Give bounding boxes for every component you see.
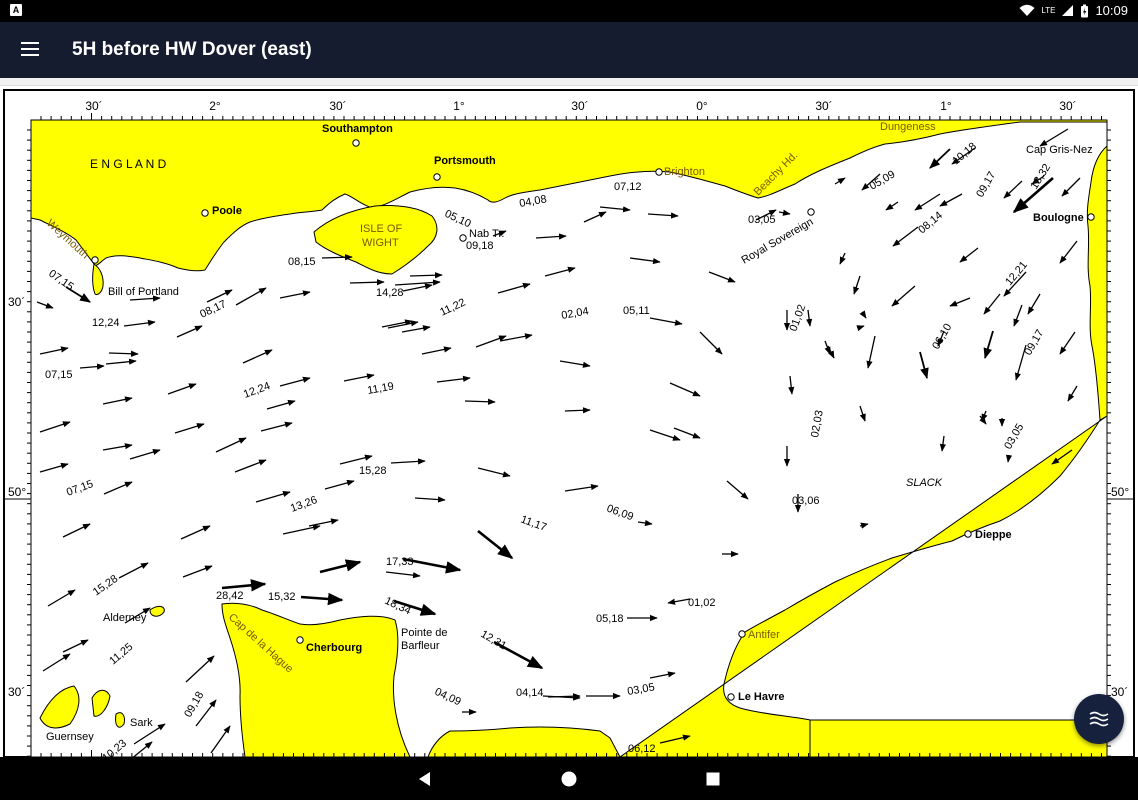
appbar-divider <box>0 78 1138 86</box>
stream-rate-label: 28,42 <box>216 590 244 602</box>
longitude-label: 1° <box>940 99 952 113</box>
place-label-guernsey: Guernsey <box>46 731 94 743</box>
place-label-nab-tr: Nab Tr. <box>469 228 504 240</box>
latitude-label: 30´ <box>1111 685 1128 699</box>
town-marker <box>201 209 209 217</box>
stream-rate-label: 07,15 <box>45 369 73 381</box>
place-label-pointe-de-barfleur-1: Pointe de <box>401 627 447 639</box>
longitude-label: 0° <box>696 99 708 113</box>
stream-rate-label: 14,28 <box>376 287 404 299</box>
waves-icon <box>1089 711 1109 727</box>
latitude-label: 50° <box>1111 485 1129 499</box>
town-marker <box>433 173 441 181</box>
place-label-slack: SLACK <box>906 477 943 489</box>
stream-rate-label: 07,12 <box>614 181 642 193</box>
longitude-label: 1° <box>453 99 465 113</box>
network-type: LTE <box>1041 6 1056 15</box>
town-marker <box>91 256 99 264</box>
place-label-southampton: Southampton <box>322 123 393 135</box>
tide-waves-button[interactable] <box>1074 694 1124 744</box>
place-label-poole: Poole <box>212 205 242 217</box>
place-label-alderney: Alderney <box>103 612 147 624</box>
signal-icon <box>1062 5 1074 16</box>
town-marker <box>655 168 663 176</box>
town-marker <box>1087 213 1095 221</box>
latitude-label: 30´ <box>8 685 25 699</box>
page-title: 5H before HW Dover (east) <box>72 39 312 60</box>
latitude-label: 30´ <box>8 295 25 309</box>
town-marker <box>459 234 467 242</box>
stream-rate-label: 09,18 <box>466 240 494 252</box>
stream-rate-label: 04,14 <box>516 687 544 699</box>
menu-icon[interactable] <box>18 38 42 62</box>
longitude-label: 2° <box>209 99 221 113</box>
clock: 10:09 <box>1095 3 1128 18</box>
place-label-boulogne: Boulogne <box>1033 212 1084 224</box>
stream-rate-label: 05,11 <box>623 305 650 317</box>
recents-icon[interactable] <box>702 768 724 790</box>
place-label-cherbourg: Cherbourg <box>306 642 362 654</box>
place-label-dungeness: Dungeness <box>880 121 936 133</box>
place-label-isle-of-wight-2: WIGHT <box>362 237 399 249</box>
status-bar: A LTE 10:09 <box>0 0 1138 22</box>
stream-rate-label: 15,28 <box>359 465 387 477</box>
longitude-label: 30´ <box>85 99 102 113</box>
place-label-isle-of-wight-1: ISLE OF <box>360 223 402 235</box>
back-icon[interactable] <box>414 768 436 790</box>
place-label-cap-gris-nez: Cap Gris-Nez <box>1026 144 1093 156</box>
place-label-england: E N G L A N D <box>90 157 167 171</box>
place-label-pointe-de-barfleur-2: Barfleur <box>401 640 440 652</box>
app-bar: 5H before HW Dover (east) <box>0 22 1138 78</box>
stream-rate-label: 03,05 <box>748 214 776 226</box>
latitude-label: 50° <box>8 485 26 499</box>
stream-rate-label: 05,18 <box>596 613 624 625</box>
tidal-stream-map[interactable]: 30´ 2° 30´ 1° 30´ 0° 30´ 1° 30´ 30´ 50° 50° 30´ 30´ 05… <box>0 86 1138 757</box>
place-label-antifer: Antifer <box>748 629 780 641</box>
place-label-bill-of-portland: Bill of Portland <box>108 286 179 298</box>
system-nav-bar <box>0 757 1138 800</box>
stream-rate-label: 08,15 <box>288 256 316 268</box>
land-sark <box>115 712 125 728</box>
stream-rate-label: 17,33 <box>386 556 414 568</box>
place-label-portsmouth: Portsmouth <box>434 155 496 167</box>
wifi-icon <box>1019 4 1035 16</box>
longitude-label: 30´ <box>571 99 588 113</box>
app-notification-icon: A <box>10 4 22 16</box>
town-marker <box>738 630 746 638</box>
stream-rate-label: 15,32 <box>268 591 296 603</box>
status-icons: LTE 10:09 <box>1019 3 1128 18</box>
town-marker <box>807 208 815 216</box>
stream-rate-label: 12,24 <box>92 317 120 329</box>
town-marker <box>296 636 304 644</box>
town-marker <box>727 693 735 701</box>
town-marker <box>964 530 972 538</box>
place-label-dieppe: Dieppe <box>975 529 1012 541</box>
longitude-label: 30´ <box>329 99 346 113</box>
stream-rate-label: 06,12 <box>628 743 656 755</box>
longitude-label: 30´ <box>815 99 832 113</box>
town-marker <box>352 139 360 147</box>
longitude-label: 30´ <box>1059 99 1076 113</box>
place-label-brighton: Brighton <box>664 166 705 178</box>
stream-rate-label: 03,06 <box>792 495 820 507</box>
place-label-le-havre: Le Havre <box>738 691 784 703</box>
place-label-sark: Sark <box>130 717 153 729</box>
battery-icon <box>1081 4 1089 17</box>
stream-rate-label: 01,02 <box>688 597 716 609</box>
home-icon[interactable] <box>558 768 580 790</box>
map-svg: 30´ 2° 30´ 1° 30´ 0° 30´ 1° 30´ 30´ 50° 50° 30´ 30´ 05… <box>3 89 1135 757</box>
